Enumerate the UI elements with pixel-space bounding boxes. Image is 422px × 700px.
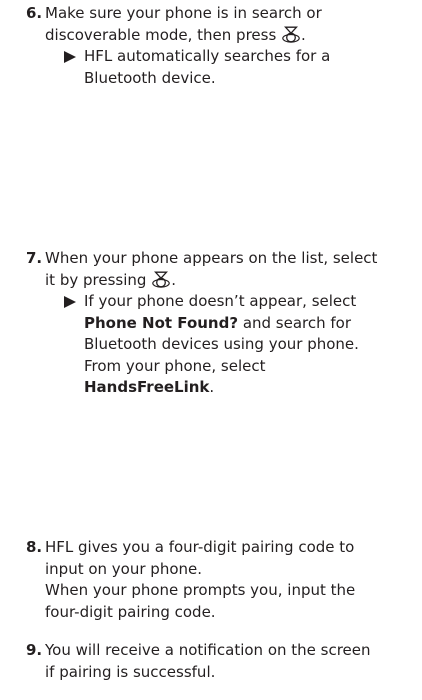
step-text: When your phone appears on the list, sel… — [26, 248, 416, 399]
handsfreelink-name: HandsFreeLink — [84, 378, 210, 396]
result-line: If your phone doesn’t appear, select — [84, 292, 357, 310]
result-line: Phone Not Found? and search for — [84, 313, 416, 335]
step-line: input on your phone. — [45, 559, 203, 578]
step-number: 6. — [26, 4, 43, 22]
step-line: You will receive a notification on the s… — [45, 641, 371, 659]
step-6: 6. Make sure your phone is in search or … — [26, 3, 416, 89]
step-result: If your phone doesn’t appear, select Pho… — [45, 291, 416, 399]
selector-knob-icon — [282, 26, 300, 43]
result-line: From your phone, select — [84, 356, 266, 375]
selector-knob-icon — [152, 271, 170, 288]
result-line: Bluetooth devices using your phone. — [84, 335, 359, 353]
step-7: 7. When your phone appears on the list, … — [26, 248, 416, 399]
phone-not-found-option: Phone Not Found? — [84, 313, 239, 332]
result-line: Bluetooth device. — [84, 68, 216, 87]
step-result: HFL automatically searches for a Bluetoo… — [45, 46, 416, 89]
step-line: When your phone appears on the list, sel… — [45, 249, 378, 267]
step-9: 9. You will receive a notification on th… — [26, 640, 416, 683]
step-line: HFL gives you a four-digit pairing code … — [45, 538, 355, 556]
step-8: 8. HFL gives you a four-digit pairing co… — [26, 537, 416, 623]
step-line-text: . — [171, 270, 176, 289]
step-line-text: it by pressing — [45, 270, 147, 289]
step-number: 8. — [26, 538, 43, 556]
step-line: four-digit pairing code. — [45, 602, 216, 621]
step-text: HFL gives you a four-digit pairing code … — [26, 537, 416, 623]
step-line: When your phone prompts you, input the — [45, 581, 356, 599]
step-line: discoverable mode, then press . — [45, 25, 416, 47]
result-arrow-icon — [64, 296, 76, 308]
step-line: Make sure your phone is in search or — [45, 4, 322, 22]
result-line-text: . — [209, 378, 215, 396]
result-line: HFL automatically searches for a — [84, 47, 331, 65]
step-number: 7. — [26, 249, 43, 267]
result-line: HandsFreeLink. — [84, 377, 416, 399]
step-text: You will receive a notification on the s… — [26, 640, 416, 683]
result-arrow-icon — [64, 51, 76, 63]
step-line-text: discoverable mode, then press — [45, 25, 277, 44]
step-line-text: . — [301, 25, 306, 44]
step-line: if pairing is successful. — [45, 662, 216, 681]
step-line: it by pressing . — [45, 270, 416, 292]
step-text: Make sure your phone is in search or dis… — [26, 3, 416, 89]
result-line-text: and search for — [238, 313, 352, 332]
step-number: 9. — [26, 641, 43, 659]
